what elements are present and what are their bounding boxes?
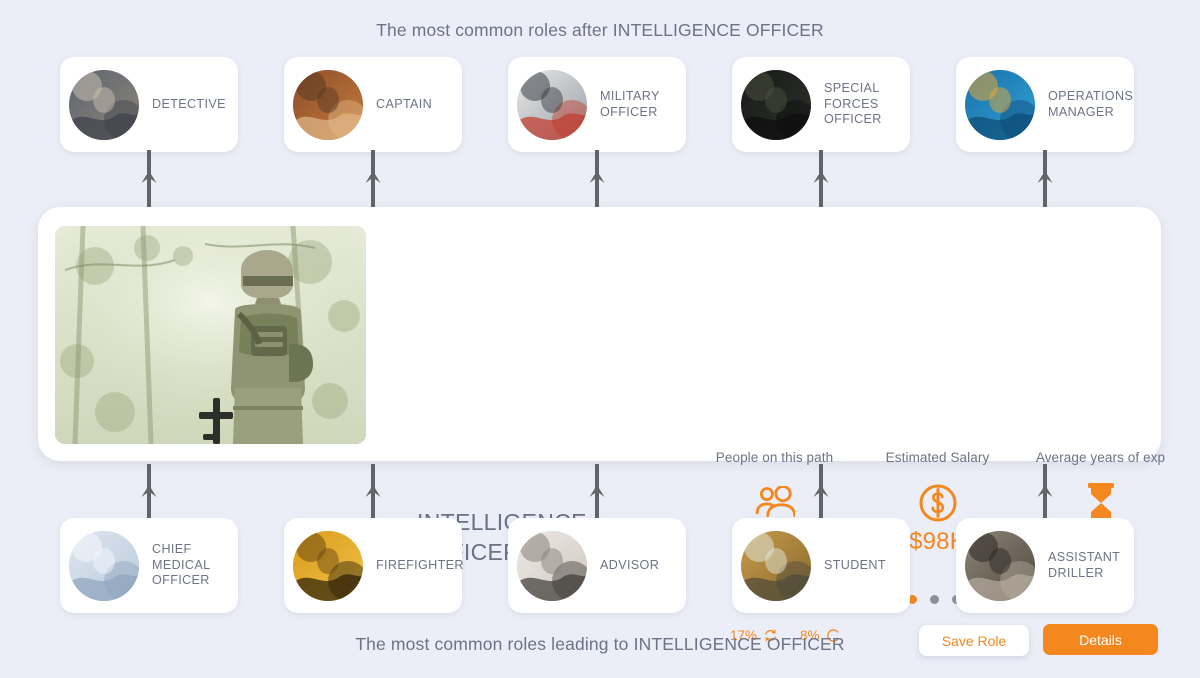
featured-role-card[interactable]: INTELLIGENCE OFFICER People on this path… xyxy=(38,207,1165,656)
previous-role-label: ASSISTANT DRILLER xyxy=(1048,550,1120,580)
operations-manager-photo-icon xyxy=(965,69,1035,140)
previous-role-card[interactable]: ASSISTANT DRILLER xyxy=(956,518,1134,613)
next-role-card[interactable]: SPECIAL FORCES OFFICER xyxy=(732,57,910,152)
previous-role-label: FIREFIGHTER xyxy=(376,557,464,572)
career-path-stage: The most common roles after INTELLIGENCE… xyxy=(0,0,1200,678)
featured-role-image xyxy=(55,226,366,444)
captain-photo-icon xyxy=(293,69,363,140)
caption-next-roles: The most common roles after INTELLIGENCE… xyxy=(376,20,824,40)
stat-label: People on this path xyxy=(715,450,834,465)
next-role-card[interactable]: DETECTIVE xyxy=(60,57,238,152)
previous-role-card[interactable]: STUDENT xyxy=(732,518,910,613)
student-photo-icon xyxy=(741,530,811,601)
next-roles-row: DETECTIVE CAPTAIN MILITARY OFFICER SPECI… xyxy=(0,57,1200,157)
previous-role-label: CHIEF MEDICAL OFFICER xyxy=(152,542,210,588)
next-role-label: MILITARY OFFICER xyxy=(600,89,660,119)
next-role-label: OPERATIONS MANAGER xyxy=(1048,89,1134,119)
previous-role-card[interactable]: FIREFIGHTER xyxy=(284,518,464,613)
assistant-driller-photo-icon xyxy=(965,530,1035,601)
next-role-card[interactable]: MILITARY OFFICER xyxy=(508,57,686,152)
connector-arrow xyxy=(364,464,382,522)
connector-arrow xyxy=(1036,464,1054,522)
previous-role-label: ADVISOR xyxy=(600,557,660,572)
connector-arrow xyxy=(812,464,830,522)
special-forces-officer-photo-icon xyxy=(741,69,811,140)
previous-roles-row: CHIEF MEDICAL OFFICER FIREFIGHTER ADVISO… xyxy=(0,518,1200,618)
advisor-photo-icon xyxy=(517,530,587,601)
chief-medical-officer-photo-icon xyxy=(69,530,139,601)
previous-role-card[interactable]: CHIEF MEDICAL OFFICER xyxy=(60,518,238,613)
caption-previous-roles: The most common roles leading to INTELLI… xyxy=(355,634,845,654)
previous-role-label: STUDENT xyxy=(824,557,886,572)
connector-arrow xyxy=(1036,150,1054,208)
stat-label: Estimated Salary xyxy=(885,450,990,465)
stat-label: Average years of exp xyxy=(1035,450,1166,465)
next-role-label: DETECTIVE xyxy=(152,96,226,111)
connector-arrow xyxy=(588,464,606,522)
connector-arrow xyxy=(364,150,382,208)
connector-arrow xyxy=(140,464,158,522)
next-role-label: CAPTAIN xyxy=(376,96,433,111)
connector-arrow xyxy=(140,150,158,208)
next-role-card[interactable]: OPERATIONS MANAGER xyxy=(956,57,1134,152)
connector-arrow xyxy=(588,150,606,208)
connector-arrow xyxy=(812,150,830,208)
detective-photo-icon xyxy=(69,69,139,140)
firefighter-photo-icon xyxy=(293,530,363,601)
next-role-card[interactable]: CAPTAIN xyxy=(284,57,462,152)
next-role-label: SPECIAL FORCES OFFICER xyxy=(824,81,882,127)
military-officer-photo-icon xyxy=(517,69,587,140)
previous-role-card[interactable]: ADVISOR xyxy=(508,518,686,613)
